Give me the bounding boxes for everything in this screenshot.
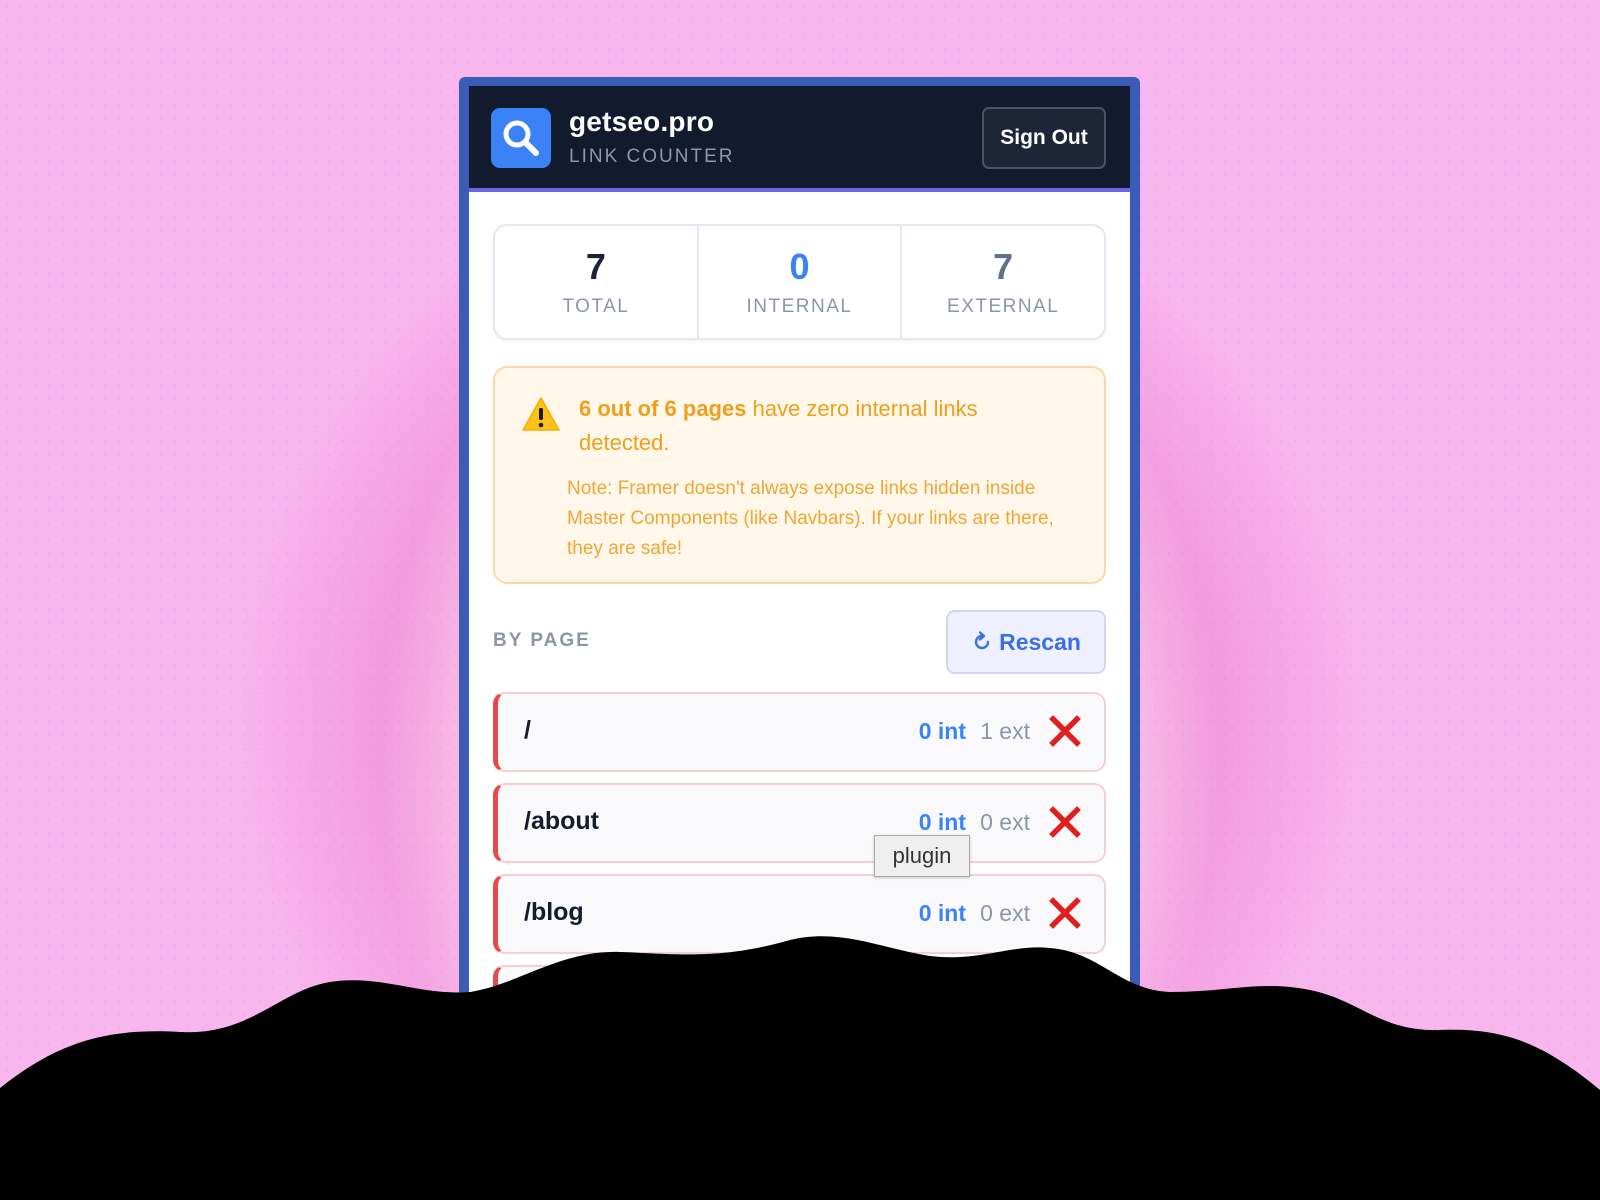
wave-overlay [0,936,1600,1200]
screen: getseo.pro LINK COUNTER Sign Out 7 TOTAL… [0,0,1600,1200]
